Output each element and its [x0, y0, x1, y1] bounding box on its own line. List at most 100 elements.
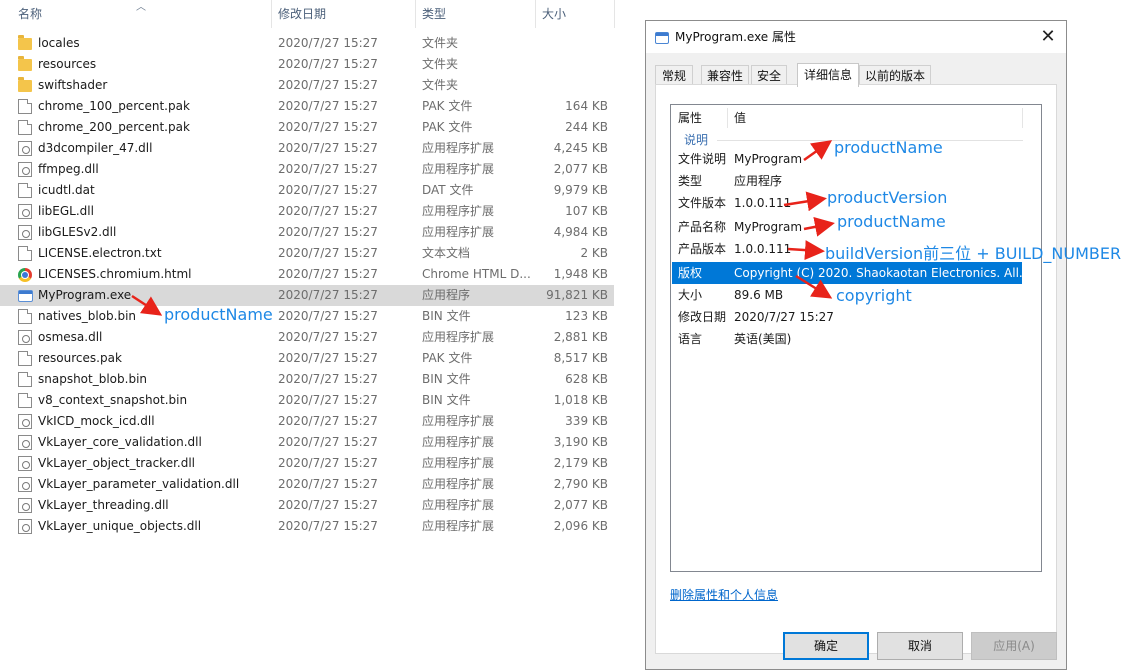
file-type: 应用程序扩展: [422, 414, 495, 428]
file-type: 应用程序扩展: [422, 225, 495, 239]
annotation-copyright: copyright: [836, 286, 912, 305]
file-row[interactable]: natives_blob.bin 2020/7/27 15:27 BIN 文件 123…: [0, 306, 614, 327]
file-size: 3,190 KB: [553, 435, 608, 449]
close-icon[interactable]: ✕: [1030, 21, 1066, 53]
file-date: 2020/7/27 15:27: [278, 393, 378, 407]
file-row[interactable]: LICENSES.chromium.html 2020/7/27 15:27 Chr…: [0, 264, 614, 285]
file-row[interactable]: VkLayer_object_tracker.dll 2020/7/27 15:2…: [0, 453, 614, 474]
file-date: 2020/7/27 15:27: [278, 36, 378, 50]
file-type: 文件夹: [422, 36, 459, 50]
ok-button[interactable]: 确定: [783, 632, 869, 660]
property-row[interactable]: 修改日期 2020/7/27 15:27: [672, 306, 1022, 328]
column-type[interactable]: 类型: [418, 0, 534, 28]
exe-icon: [18, 290, 33, 302]
group-description: 说明: [684, 133, 709, 147]
file-row[interactable]: icudtl.dat 2020/7/27 15:27 DAT 文件 9,979 KB: [0, 180, 614, 201]
file-name: libGLESv2.dll: [38, 225, 117, 239]
file-row[interactable]: MyProgram.exe 2020/7/27 15:27 应用程序 91,821 K…: [0, 285, 614, 306]
file-row[interactable]: swiftshader 2020/7/27 15:27 文件夹: [0, 75, 614, 96]
file-row[interactable]: ffmpeg.dll 2020/7/27 15:27 应用程序扩展 2,077 KB: [0, 159, 614, 180]
file-size: 4,984 KB: [553, 225, 608, 239]
file-type: 应用程序: [422, 288, 471, 302]
file-row[interactable]: libGLESv2.dll 2020/7/27 15:27 应用程序扩展 4,984 …: [0, 222, 614, 243]
remove-properties-link[interactable]: 删除属性和个人信息: [670, 586, 778, 603]
file-size: 164 KB: [565, 99, 608, 113]
file-type: 文件夹: [422, 78, 459, 92]
annotation-product-version: buildVersion前三位 + BUILD_NUMBER: [825, 244, 1122, 263]
file-name: resources: [38, 57, 97, 71]
file-icon: [18, 351, 32, 366]
dll-icon: [18, 204, 32, 219]
file-row[interactable]: d3dcompiler_47.dll 2020/7/27 15:27 应用程序扩展 4…: [0, 138, 614, 159]
file-row[interactable]: snapshot_blob.bin 2020/7/27 15:27 BIN 文件 62…: [0, 369, 614, 390]
file-row[interactable]: v8_context_snapshot.bin 2020/7/27 15:27 BI…: [0, 390, 614, 411]
property-value: 2020/7/27 15:27: [734, 310, 834, 324]
file-size: 2,881 KB: [553, 330, 608, 344]
file-row[interactable]: chrome_100_percent.pak 2020/7/27 15:27 PAK…: [0, 96, 614, 117]
file-name: VkLayer_threading.dll: [38, 498, 169, 512]
file-row[interactable]: LICENSE.electron.txt 2020/7/27 15:27 文本文档 2…: [0, 243, 614, 264]
file-type: 应用程序扩展: [422, 477, 495, 491]
property-row[interactable]: 版权 Copyright (C) 2020. Shaokaotan Electro…: [672, 262, 1030, 284]
property-key: 文件说明: [678, 152, 727, 166]
file-row[interactable]: libEGL.dll 2020/7/27 15:27 应用程序扩展 107 KB: [0, 201, 614, 222]
file-row[interactable]: locales 2020/7/27 15:27 文件夹: [0, 33, 614, 54]
file-explorer: ︿ 名称 修改日期 类型 大小 locales 2020/7/27 15:27 文件…: [0, 0, 620, 660]
file-name: libEGL.dll: [38, 204, 94, 218]
file-type: 应用程序扩展: [422, 519, 495, 533]
app-icon: [655, 32, 669, 44]
column-name[interactable]: 名称: [14, 0, 270, 28]
file-name: VkLayer_parameter_validation.dll: [38, 477, 240, 491]
header-value[interactable]: 值: [734, 105, 746, 131]
file-row[interactable]: resources 2020/7/27 15:27 文件夹: [0, 54, 614, 75]
tab-general[interactable]: 常规: [655, 65, 693, 85]
tab-security[interactable]: 安全: [751, 65, 787, 85]
header-property[interactable]: 属性: [678, 105, 702, 131]
file-row[interactable]: osmesa.dll 2020/7/27 15:27 应用程序扩展 2,881 KB: [0, 327, 614, 348]
dll-icon: [18, 414, 32, 429]
file-date: 2020/7/27 15:27: [278, 99, 378, 113]
file-date: 2020/7/27 15:27: [278, 330, 378, 344]
cancel-button[interactable]: 取消: [877, 632, 963, 660]
file-date: 2020/7/27 15:27: [278, 162, 378, 176]
file-date: 2020/7/27 15:27: [278, 246, 378, 260]
file-icon: [18, 120, 32, 135]
file-name: ffmpeg.dll: [38, 162, 99, 176]
tab-previous-versions[interactable]: 以前的版本: [859, 65, 931, 85]
file-type: BIN 文件: [422, 393, 471, 407]
file-row[interactable]: VkICD_mock_icd.dll 2020/7/27 15:27 应用程序扩展 3…: [0, 411, 614, 432]
property-row[interactable]: 语言 英语(美国): [672, 328, 1022, 350]
file-row[interactable]: VkLayer_unique_objects.dll 2020/7/27 15:2…: [0, 516, 614, 537]
property-value: 1.0.0.111: [734, 196, 792, 210]
tab-compatibility[interactable]: 兼容性: [701, 65, 749, 85]
file-row[interactable]: VkLayer_core_validation.dll 2020/7/27 15:…: [0, 432, 614, 453]
file-icon: [18, 309, 32, 324]
file-size: 9,979 KB: [553, 183, 608, 197]
folder-icon: [18, 77, 32, 92]
chrome-icon: [18, 268, 32, 282]
file-row[interactable]: resources.pak 2020/7/27 15:27 PAK 文件 8,517 …: [0, 348, 614, 369]
file-type: 应用程序扩展: [422, 141, 495, 155]
folder-icon: [18, 35, 32, 50]
properties-grid: 属性 值 说明 文件说明 MyProgram 类型 应用程序 文件版本 1.0.0.111…: [670, 104, 1042, 572]
file-type: 文件夹: [422, 57, 459, 71]
file-size: 8,517 KB: [553, 351, 608, 365]
apply-button[interactable]: 应用(A): [971, 632, 1057, 660]
file-icon: [18, 183, 32, 198]
file-type: DAT 文件: [422, 183, 474, 197]
tab-details[interactable]: 详细信息: [797, 63, 859, 87]
annotation-file-version: productVersion: [827, 188, 948, 207]
file-date: 2020/7/27 15:27: [278, 204, 378, 218]
file-name: swiftshader: [38, 78, 108, 92]
file-row[interactable]: VkLayer_parameter_validation.dll 2020/7/2…: [0, 474, 614, 495]
column-date[interactable]: 修改日期: [274, 0, 414, 28]
file-row[interactable]: chrome_200_percent.pak 2020/7/27 15:27 PAK…: [0, 117, 614, 138]
file-date: 2020/7/27 15:27: [278, 267, 378, 281]
file-size: 2,096 KB: [553, 519, 608, 533]
file-row[interactable]: VkLayer_threading.dll 2020/7/27 15:27 应用程序…: [0, 495, 614, 516]
property-key: 文件版本: [678, 196, 727, 210]
file-size: 2,790 KB: [553, 477, 608, 491]
column-size[interactable]: 大小: [538, 0, 614, 28]
property-value: 英语(美国): [734, 332, 792, 346]
file-type: PAK 文件: [422, 351, 473, 365]
